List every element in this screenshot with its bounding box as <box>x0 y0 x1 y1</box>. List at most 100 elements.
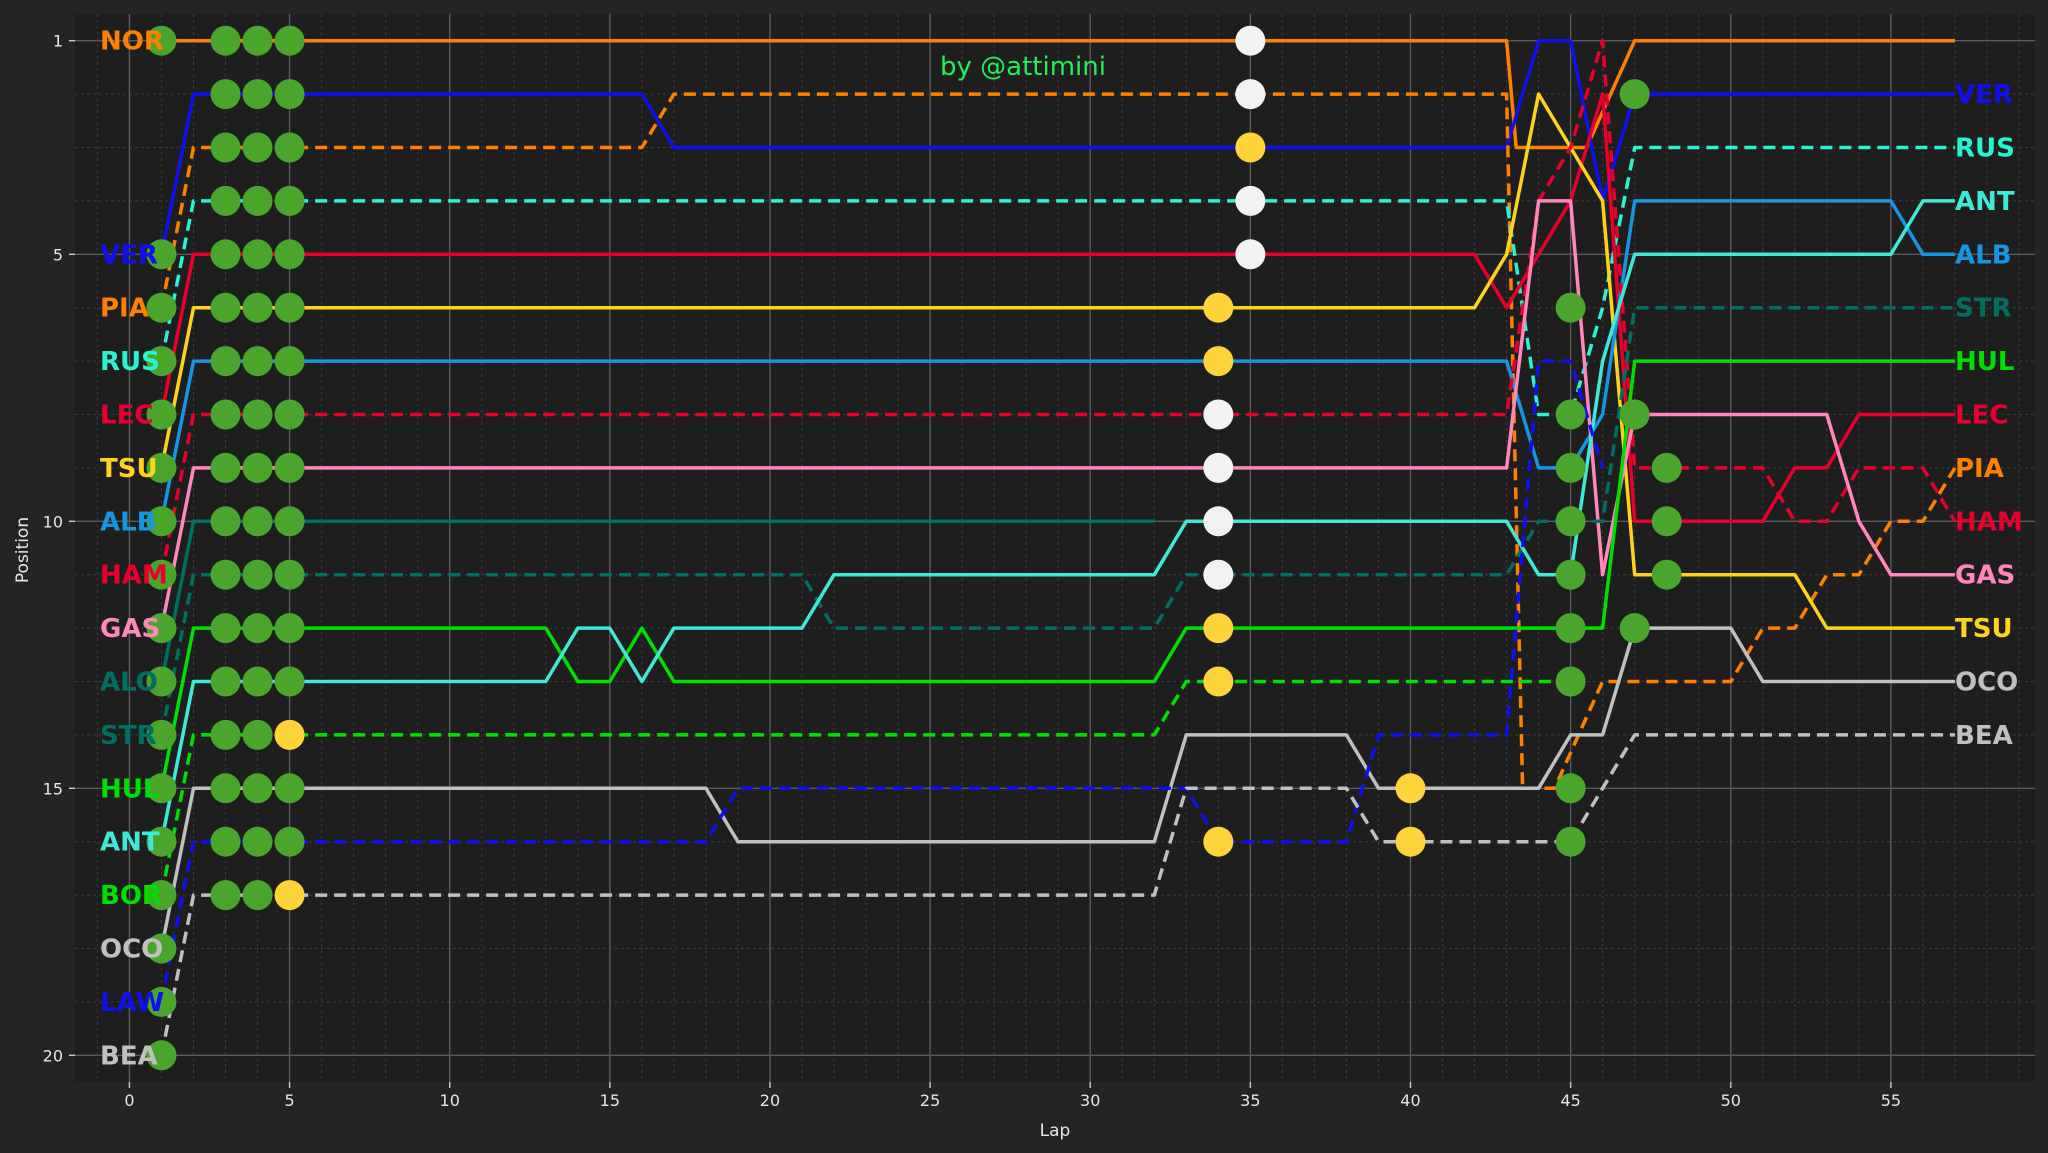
pit-marker <box>242 292 273 323</box>
end-label-tsu: TSU <box>1955 614 2013 644</box>
x-tick-label: 30 <box>1080 1091 1100 1110</box>
pit-marker <box>1235 25 1266 56</box>
y-axis-label: Position <box>13 517 33 583</box>
end-label-alb: ALB <box>1955 240 2012 270</box>
end-label-ham: HAM <box>1955 507 2023 537</box>
start-label-hul: HUL <box>100 774 159 804</box>
pit-marker <box>1203 506 1234 537</box>
pit-marker <box>1203 346 1234 377</box>
x-tick-label: 0 <box>124 1091 134 1110</box>
start-label-ver: VER <box>100 240 158 270</box>
x-tick-label: 45 <box>1560 1091 1580 1110</box>
end-label-hul: HUL <box>1955 347 2014 377</box>
pit-marker <box>242 185 273 216</box>
pit-marker <box>242 506 273 537</box>
x-tick-label: 55 <box>1881 1091 1901 1110</box>
pit-marker <box>1395 773 1426 804</box>
pit-marker <box>1203 666 1234 697</box>
pit-marker <box>210 452 241 483</box>
pit-marker <box>274 719 305 750</box>
pit-marker <box>274 559 305 590</box>
pit-marker <box>1651 506 1682 537</box>
pit-marker <box>210 185 241 216</box>
pit-marker <box>1555 506 1586 537</box>
pit-marker <box>1203 826 1234 857</box>
pit-marker <box>242 25 273 56</box>
x-tick-label: 50 <box>1721 1091 1741 1110</box>
pit-marker <box>242 132 273 163</box>
end-label-pia: PIA <box>1955 454 2004 484</box>
pit-marker <box>210 25 241 56</box>
pit-marker <box>274 773 305 804</box>
pit-marker <box>1619 613 1650 644</box>
y-tick-label: 15 <box>43 779 63 798</box>
pit-marker <box>274 185 305 216</box>
pit-marker <box>210 719 241 750</box>
pit-marker <box>210 559 241 590</box>
start-label-str: STR <box>100 721 156 751</box>
pit-marker <box>210 79 241 110</box>
pit-marker <box>210 132 241 163</box>
y-tick-label: 1 <box>53 32 63 51</box>
pit-marker <box>1555 666 1586 697</box>
end-label-ant: ANT <box>1955 187 2015 217</box>
end-label-ver: VER <box>1955 80 2013 110</box>
pit-marker <box>242 399 273 430</box>
pit-marker <box>242 346 273 377</box>
x-tick-label: 40 <box>1400 1091 1420 1110</box>
plot-background <box>75 14 2035 1082</box>
pit-marker <box>274 346 305 377</box>
position-chart: 0 5 10 15 20 25 30 35 40 45 50 55 1 5 10 15 20 NOR VER PIA… <box>0 0 2048 1153</box>
pit-marker <box>242 613 273 644</box>
pit-marker <box>1619 79 1650 110</box>
pit-marker <box>274 79 305 110</box>
pit-marker <box>210 666 241 697</box>
pit-marker <box>146 292 177 323</box>
pit-marker <box>210 773 241 804</box>
pit-marker <box>242 559 273 590</box>
pit-marker <box>1555 773 1586 804</box>
pit-marker <box>210 239 241 270</box>
y-tick-label: 20 <box>43 1046 63 1065</box>
start-label-alb: ALB <box>100 507 157 537</box>
pit-marker <box>1555 399 1586 430</box>
end-label-oco: OCO <box>1955 668 2018 698</box>
pit-marker <box>274 239 305 270</box>
pit-marker <box>1651 559 1682 590</box>
pit-marker <box>1555 613 1586 644</box>
pit-marker <box>242 666 273 697</box>
y-tick-label: 10 <box>43 512 63 531</box>
start-label-ham: HAM <box>100 561 168 591</box>
x-tick-label: 35 <box>1240 1091 1260 1110</box>
chart-svg: 0 5 10 15 20 25 30 35 40 45 50 5515101520 NORVERPIA… <box>0 0 2048 1153</box>
start-label-bea: BEA <box>100 1041 158 1071</box>
end-label-rus: RUS <box>1955 134 2015 164</box>
pit-marker <box>1619 399 1650 430</box>
start-label-pia: PIA <box>100 294 149 324</box>
pit-marker <box>274 666 305 697</box>
pit-marker <box>1555 292 1586 323</box>
start-label-rus: RUS <box>100 347 160 377</box>
pit-marker <box>274 880 305 911</box>
end-label-bea: BEA <box>1955 721 2013 751</box>
pit-marker <box>274 132 305 163</box>
pit-marker <box>210 613 241 644</box>
start-label-bor: BOR <box>100 881 162 911</box>
pit-marker <box>242 239 273 270</box>
pit-marker <box>274 613 305 644</box>
pit-marker <box>274 506 305 537</box>
pit-marker <box>242 79 273 110</box>
start-label-ant: ANT <box>100 828 160 858</box>
pit-marker <box>210 346 241 377</box>
end-label-gas: GAS <box>1955 561 2015 591</box>
pit-marker <box>210 292 241 323</box>
pit-marker <box>242 452 273 483</box>
start-label-lec: LEC <box>100 401 153 431</box>
x-tick-label: 5 <box>284 1091 294 1110</box>
x-tick-label: 15 <box>600 1091 620 1110</box>
pit-marker <box>210 399 241 430</box>
y-tick-label: 5 <box>53 245 63 264</box>
pit-marker <box>242 880 273 911</box>
pit-marker <box>274 452 305 483</box>
start-label-nor: NOR <box>100 27 164 57</box>
